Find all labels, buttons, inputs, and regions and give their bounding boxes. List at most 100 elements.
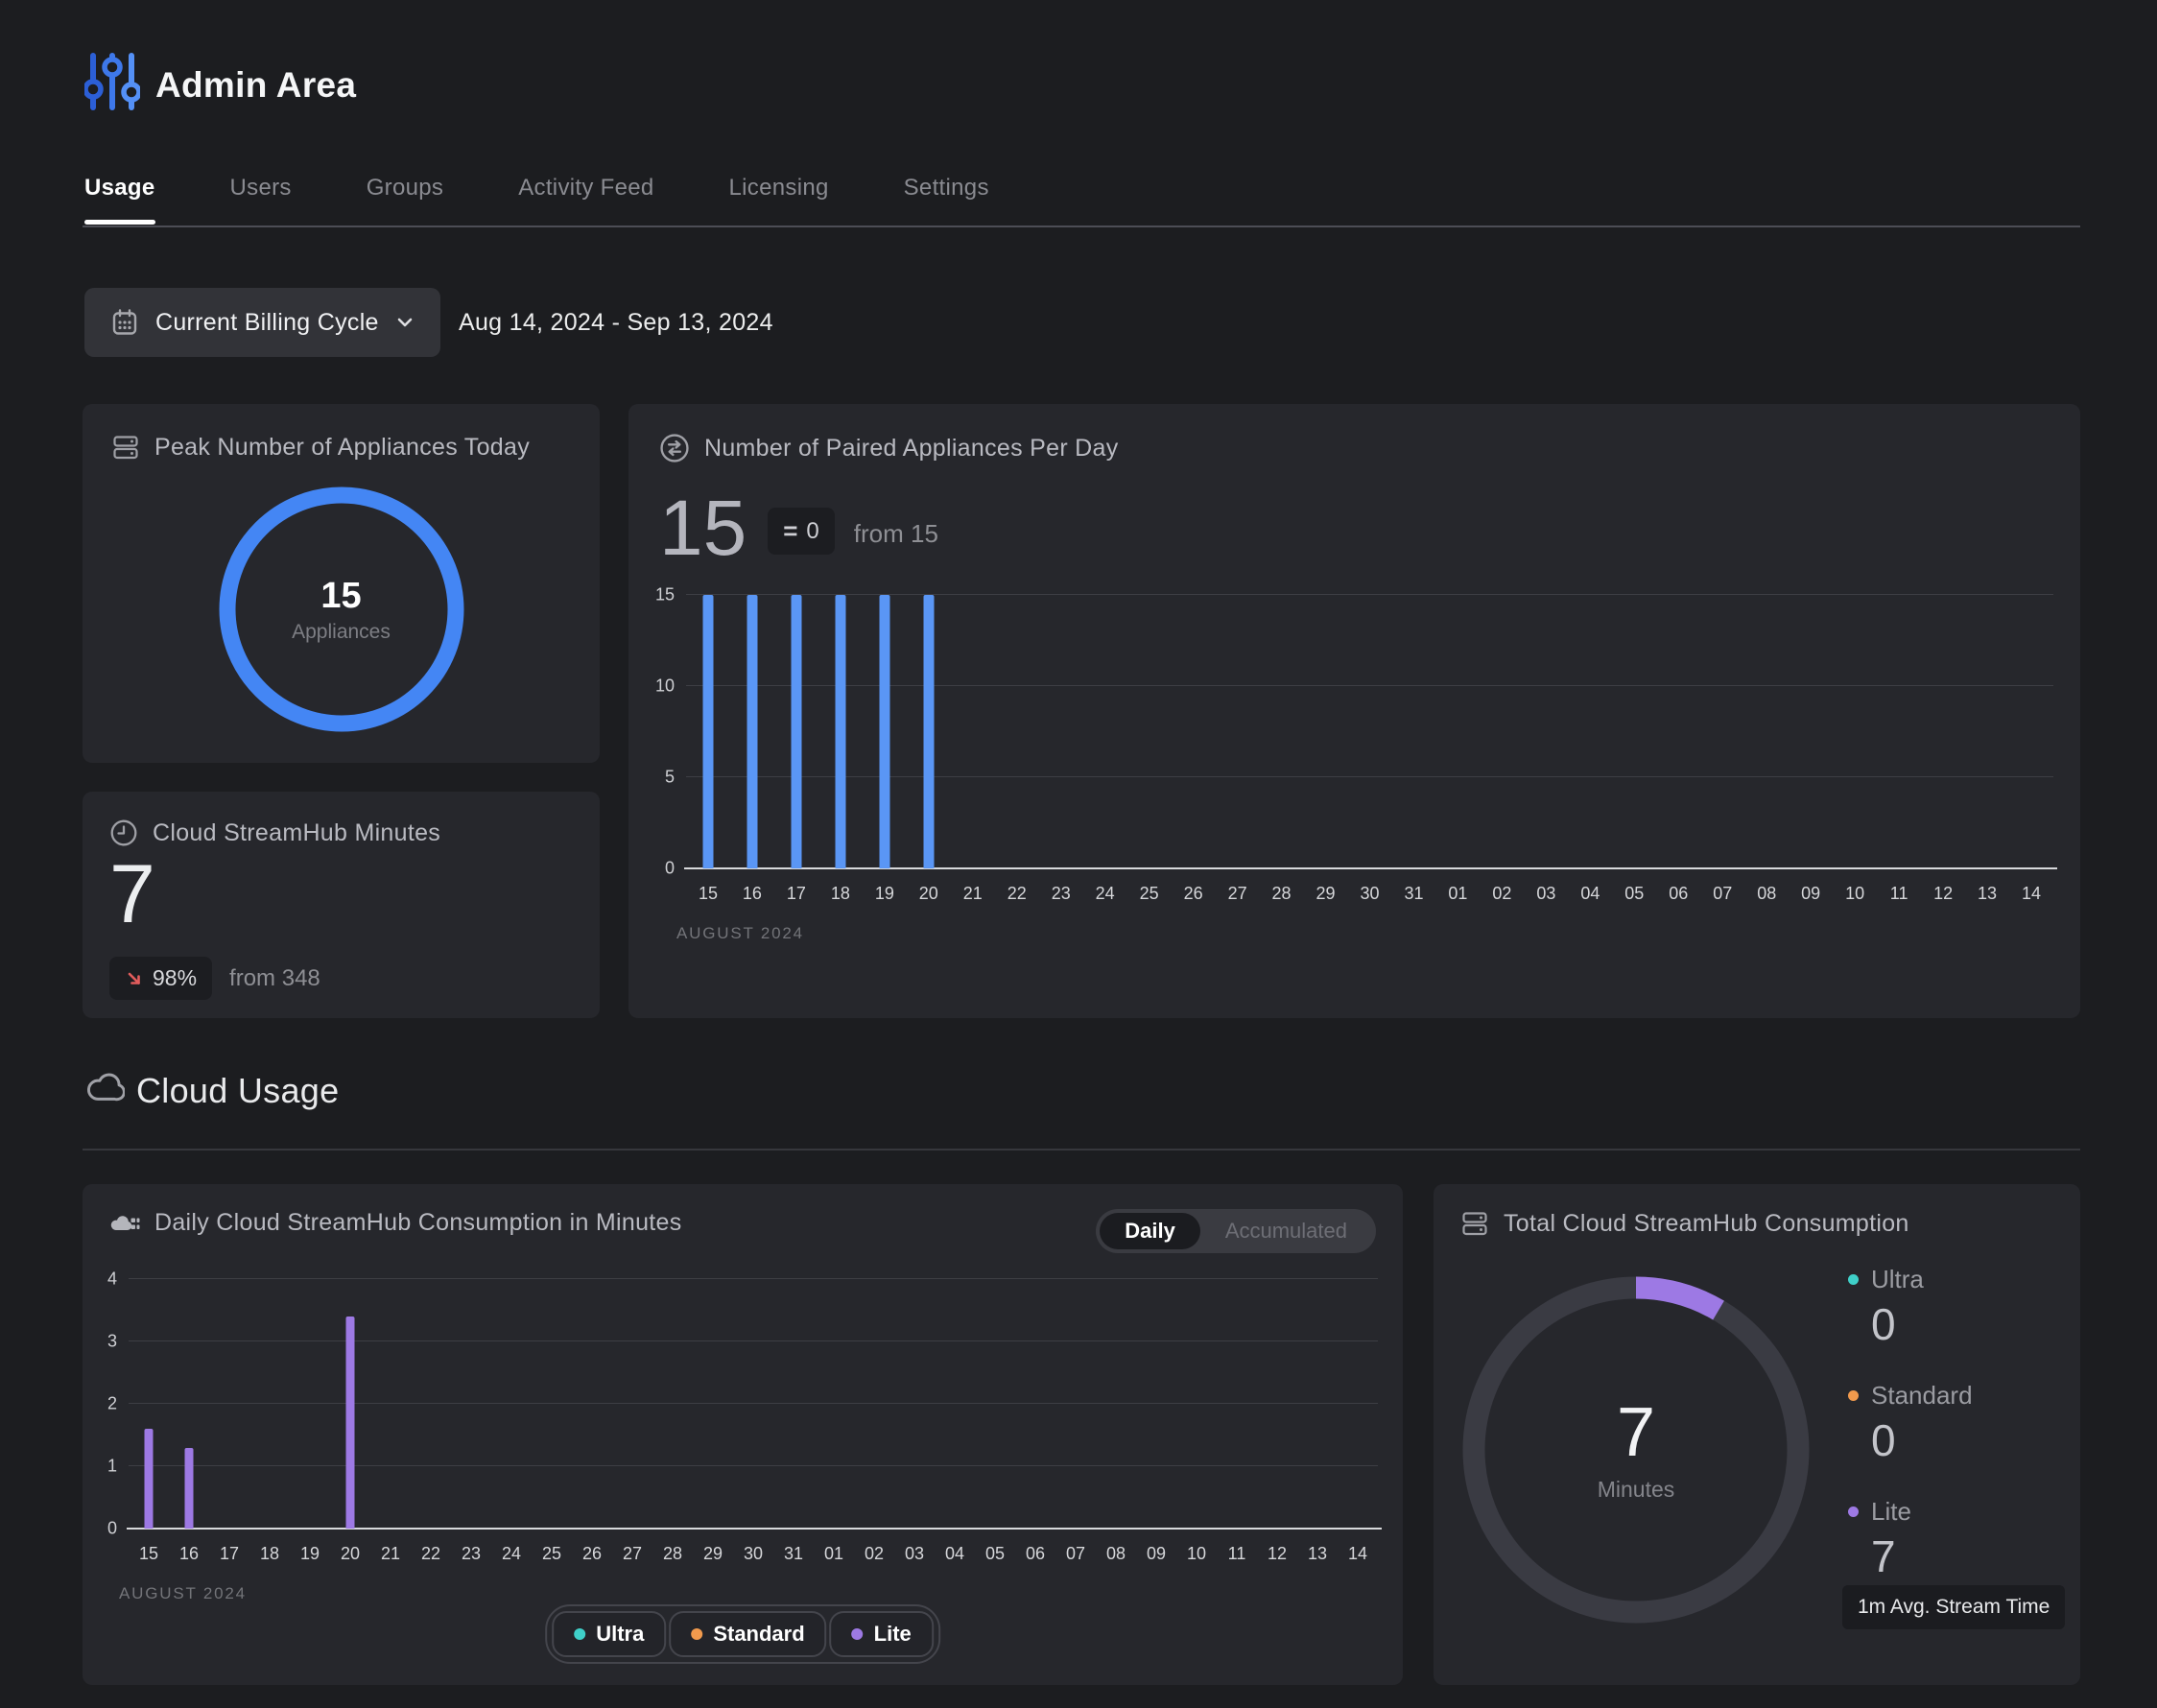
- x-tick-29: 29: [702, 1544, 723, 1563]
- x-tick-31: 31: [1404, 884, 1424, 903]
- delta-badge: 98%: [109, 957, 213, 1000]
- x-axis-line: [127, 1527, 1382, 1530]
- x-tick-03: 03: [904, 1544, 925, 1563]
- tab-licensing[interactable]: Licensing: [729, 175, 829, 225]
- legend-dot-standard: [1848, 1390, 1859, 1401]
- x-tick-08: 08: [1105, 1544, 1126, 1563]
- x-tick-15: 15: [698, 884, 718, 903]
- x-tick-26: 26: [581, 1544, 603, 1563]
- y-axis: 0 1 2 3 4: [71, 1269, 117, 1538]
- x-tick-29: 29: [1316, 884, 1336, 903]
- streamhub-minutes-value: 7: [109, 848, 155, 940]
- peak-appliances-unit: Appliances: [292, 620, 391, 643]
- tab-users[interactable]: Users: [230, 175, 292, 225]
- x-axis-month-label: AUGUST 2024: [676, 924, 804, 942]
- x-tick-18: 18: [259, 1544, 280, 1563]
- tab-usage[interactable]: Usage: [84, 175, 155, 225]
- x-tick-23: 23: [1051, 884, 1071, 903]
- x-tick-30: 30: [1360, 884, 1380, 903]
- legend-dot-lite: [1848, 1506, 1859, 1517]
- bar-20-lite: [345, 1317, 355, 1529]
- legend-pill-lite[interactable]: Lite: [829, 1611, 934, 1657]
- appliances-ring: 15 Appliances: [219, 486, 464, 732]
- x-axis-line: [684, 866, 2057, 869]
- legend-label-lite: Lite: [1848, 1497, 1973, 1527]
- daily-consumption-card: Daily Cloud StreamHub Consumption in Min…: [83, 1184, 1403, 1685]
- x-tick-31: 31: [783, 1544, 804, 1563]
- x-tick-15: 15: [138, 1544, 159, 1563]
- x-tick-13: 13: [1307, 1544, 1328, 1563]
- legend-name: Standard: [1871, 1381, 1973, 1410]
- card-title: Cloud StreamHub Minutes: [153, 818, 441, 846]
- bar-20-value: [923, 595, 935, 868]
- consumption-donut: 7 Minutes: [1458, 1272, 1813, 1627]
- x-tick-14: 14: [2022, 884, 2042, 903]
- y-tick-0: 0: [664, 858, 675, 878]
- x-tick-21: 21: [380, 1544, 400, 1563]
- x-tick-20: 20: [918, 884, 938, 903]
- legend-value-standard: 0: [1871, 1415, 1896, 1465]
- bar-15-lite: [144, 1429, 154, 1529]
- y-tick-15: 15: [654, 584, 675, 605]
- server-icon: [111, 433, 140, 462]
- page-title: Admin Area: [155, 65, 357, 105]
- tab-groups[interactable]: Groups: [367, 175, 444, 225]
- consumption-legend-item-standard: Standard 0: [1848, 1381, 1973, 1462]
- x-tick-11: 11: [1227, 1544, 1246, 1563]
- x-tick-05: 05: [984, 1544, 1005, 1563]
- tab-activity-feed[interactable]: Activity Feed: [518, 175, 653, 225]
- legend-pill-standard[interactable]: Standard: [669, 1611, 827, 1657]
- consumption-legend-item-ultra: Ultra 0: [1848, 1265, 1973, 1346]
- legend-dot-lite: [851, 1628, 864, 1640]
- x-tick-03: 03: [1536, 884, 1556, 903]
- gridline-2: [129, 1403, 1378, 1404]
- server-icon: [1460, 1209, 1489, 1238]
- y-axis: 0 5 10 15: [628, 585, 675, 878]
- bar-16-lite: [184, 1447, 194, 1529]
- x-tick-17: 17: [219, 1544, 240, 1563]
- paired-appliances-card: Number of Paired Appliances Per Day 15 =…: [628, 404, 2080, 1018]
- x-axis-month-label: AUGUST 2024: [119, 1584, 247, 1602]
- x-tick-12: 12: [1267, 1544, 1288, 1563]
- x-tick-21: 21: [962, 884, 983, 903]
- bar-15-value: [702, 595, 714, 868]
- legend-value-ultra: 0: [1871, 1299, 1896, 1349]
- legend-label: Standard: [713, 1622, 805, 1646]
- x-tick-27: 27: [1227, 884, 1247, 903]
- x-tick-25: 25: [1139, 884, 1159, 903]
- gridline-5: [686, 776, 2053, 777]
- clock-icon: [109, 818, 138, 847]
- calendar-icon: [110, 308, 139, 337]
- cloud-icon: [84, 1071, 126, 1110]
- billing-cycle-label: Current Billing Cycle: [155, 308, 379, 336]
- legend-label: Ultra: [596, 1622, 645, 1646]
- x-tick-08: 08: [1757, 884, 1777, 903]
- legend-value-lite: 7: [1871, 1531, 1896, 1581]
- x-tick-17: 17: [786, 884, 806, 903]
- y-tick-5: 5: [664, 767, 675, 787]
- paired-appliances-chart: 0 5 10 15 15 16 17 18 19 20 21 22 23 24 25 26 27 28 29 30 3…: [628, 404, 2080, 1018]
- x-tick-02: 02: [1492, 884, 1512, 903]
- comparison-text: from 348: [229, 964, 320, 991]
- legend-label-ultra: Ultra: [1848, 1265, 1973, 1294]
- tabs: Usage Users Groups Activity Feed Licensing Se…: [84, 175, 989, 225]
- chevron-down-icon: [395, 313, 415, 332]
- gridline-10: [686, 685, 2053, 686]
- x-tick-12: 12: [1933, 884, 1954, 903]
- bar-19-value: [879, 595, 890, 868]
- x-tick-06: 06: [1025, 1544, 1046, 1563]
- x-tick-01: 01: [1448, 884, 1468, 903]
- legend-name: Lite: [1871, 1497, 1911, 1526]
- legend-label-standard: Standard: [1848, 1381, 1973, 1411]
- y-tick-2: 2: [107, 1393, 117, 1413]
- x-tick-27: 27: [622, 1544, 643, 1563]
- x-tick-05: 05: [1624, 884, 1645, 903]
- streamhub-minutes-card: Cloud StreamHub Minutes 7 98% from 348: [83, 792, 600, 1018]
- tab-settings[interactable]: Settings: [904, 175, 989, 225]
- peak-appliances-card: Peak Number of Appliances Today 15 Appli…: [83, 404, 600, 763]
- x-tick-23: 23: [461, 1544, 482, 1563]
- x-tick-09: 09: [1146, 1544, 1167, 1563]
- legend-pill-ultra[interactable]: Ultra: [552, 1611, 667, 1657]
- billing-cycle-dropdown[interactable]: Current Billing Cycle: [84, 288, 440, 357]
- section-title: Cloud Usage: [136, 1071, 340, 1110]
